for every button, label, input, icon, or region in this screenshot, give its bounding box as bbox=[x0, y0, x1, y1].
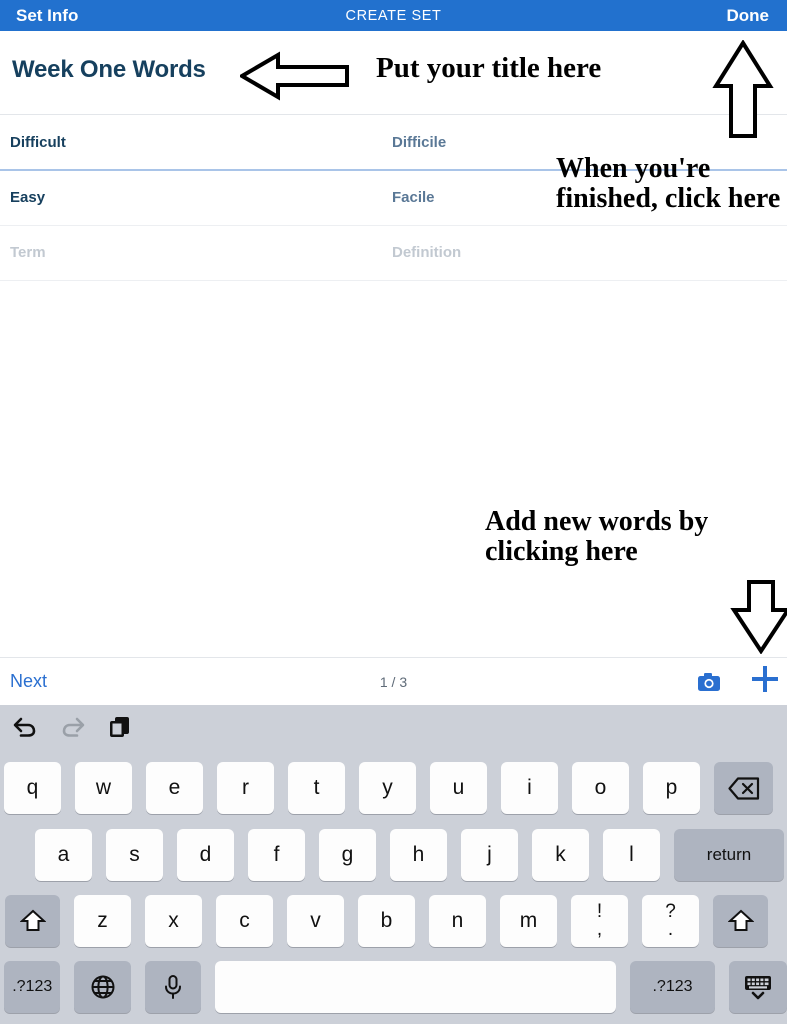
annotation-add-hint: Add new words by clicking here bbox=[485, 506, 709, 567]
key-exclamation-comma[interactable]: ! , bbox=[571, 895, 628, 947]
keyboard-row-4: .?123 .?123 bbox=[0, 961, 787, 1013]
annotation-done-hint: When you're finished, click here bbox=[556, 153, 781, 214]
key-g[interactable]: g bbox=[319, 829, 376, 881]
key-z[interactable]: z bbox=[74, 895, 131, 947]
key-v[interactable]: v bbox=[287, 895, 344, 947]
keyboard-toolbar bbox=[0, 705, 787, 753]
key-u[interactable]: u bbox=[430, 762, 487, 814]
plus-icon[interactable] bbox=[750, 664, 780, 694]
annotation-title-hint: Put your title here bbox=[376, 52, 602, 84]
key-m[interactable]: m bbox=[500, 895, 557, 947]
arrow-left-icon bbox=[240, 51, 349, 101]
on-screen-keyboard: q w e r t y u i o p a s d f g h j k l re… bbox=[0, 705, 787, 1024]
key-r[interactable]: r bbox=[217, 762, 274, 814]
key-j[interactable]: j bbox=[461, 829, 518, 881]
definition-input[interactable]: Definition bbox=[392, 244, 461, 261]
key-e[interactable]: e bbox=[146, 762, 203, 814]
redo-icon[interactable] bbox=[60, 716, 86, 743]
shift-arrow-icon bbox=[727, 909, 754, 931]
key-n[interactable]: n bbox=[429, 895, 486, 947]
key-h[interactable]: h bbox=[390, 829, 447, 881]
space-key[interactable] bbox=[215, 961, 617, 1013]
done-button[interactable]: Done bbox=[727, 6, 787, 26]
keyboard-row-3: z x c v b n m ! , ? . bbox=[0, 895, 787, 947]
key-period-label: . bbox=[667, 919, 674, 940]
key-b[interactable]: b bbox=[358, 895, 415, 947]
globe-icon bbox=[91, 975, 115, 999]
undo-icon[interactable] bbox=[12, 716, 38, 743]
input-accessory-bar: Next 1 / 3 bbox=[0, 657, 787, 705]
key-k[interactable]: k bbox=[532, 829, 589, 881]
key-a[interactable]: a bbox=[35, 829, 92, 881]
arrow-down-icon bbox=[730, 580, 787, 654]
shift-key-left[interactable] bbox=[5, 895, 60, 947]
key-i[interactable]: i bbox=[501, 762, 558, 814]
key-o[interactable]: o bbox=[572, 762, 629, 814]
hide-keyboard-icon bbox=[744, 976, 771, 1000]
keyboard-row-1: q w e r t y u i o p bbox=[0, 762, 787, 814]
app-screen: Set Info CREATE SET Done Week One Words … bbox=[0, 0, 787, 1024]
key-t[interactable]: t bbox=[288, 762, 345, 814]
numeric-key-right[interactable]: .?123 bbox=[630, 961, 715, 1013]
camera-icon[interactable] bbox=[697, 672, 721, 692]
key-w[interactable]: w bbox=[75, 762, 132, 814]
add-card-button[interactable] bbox=[750, 663, 780, 701]
backspace-key[interactable] bbox=[714, 762, 773, 814]
term-input[interactable]: Easy bbox=[10, 189, 45, 206]
table-row[interactable]: Term Definition bbox=[0, 226, 787, 280]
key-x[interactable]: x bbox=[145, 895, 202, 947]
arrow-up-icon bbox=[712, 40, 774, 138]
term-input[interactable]: Difficult bbox=[10, 134, 66, 151]
key-q[interactable]: q bbox=[4, 762, 61, 814]
numeric-key-left[interactable]: .?123 bbox=[4, 961, 61, 1013]
paste-icon[interactable] bbox=[108, 715, 132, 744]
key-s[interactable]: s bbox=[106, 829, 163, 881]
shift-key-right[interactable] bbox=[713, 895, 768, 947]
key-y[interactable]: y bbox=[359, 762, 416, 814]
card-counter: 1 / 3 bbox=[379, 674, 408, 690]
backspace-icon bbox=[727, 776, 759, 800]
keyboard-row-2: a s d f g h j k l return bbox=[0, 829, 787, 881]
term-input[interactable]: Term bbox=[10, 244, 46, 261]
key-comma-label: , bbox=[596, 919, 603, 940]
dictation-key[interactable] bbox=[144, 961, 202, 1013]
key-f[interactable]: f bbox=[248, 829, 305, 881]
key-p[interactable]: p bbox=[643, 762, 700, 814]
key-c[interactable]: c bbox=[216, 895, 273, 947]
definition-input[interactable]: Difficile bbox=[392, 134, 446, 151]
page-title: CREATE SET bbox=[345, 7, 442, 24]
microphone-icon bbox=[165, 975, 182, 999]
hide-keyboard-key[interactable] bbox=[728, 961, 787, 1013]
set-title-text[interactable]: Week One Words bbox=[12, 56, 206, 84]
row-divider bbox=[0, 279, 787, 281]
globe-key[interactable] bbox=[74, 961, 131, 1013]
definition-input[interactable]: Facile bbox=[392, 189, 435, 206]
return-key[interactable]: return bbox=[674, 829, 784, 881]
key-question-period[interactable]: ? . bbox=[642, 895, 699, 947]
key-d[interactable]: d bbox=[177, 829, 234, 881]
key-l[interactable]: l bbox=[603, 829, 660, 881]
shift-arrow-icon bbox=[19, 909, 46, 931]
navigation-bar: Set Info CREATE SET Done bbox=[0, 0, 787, 31]
